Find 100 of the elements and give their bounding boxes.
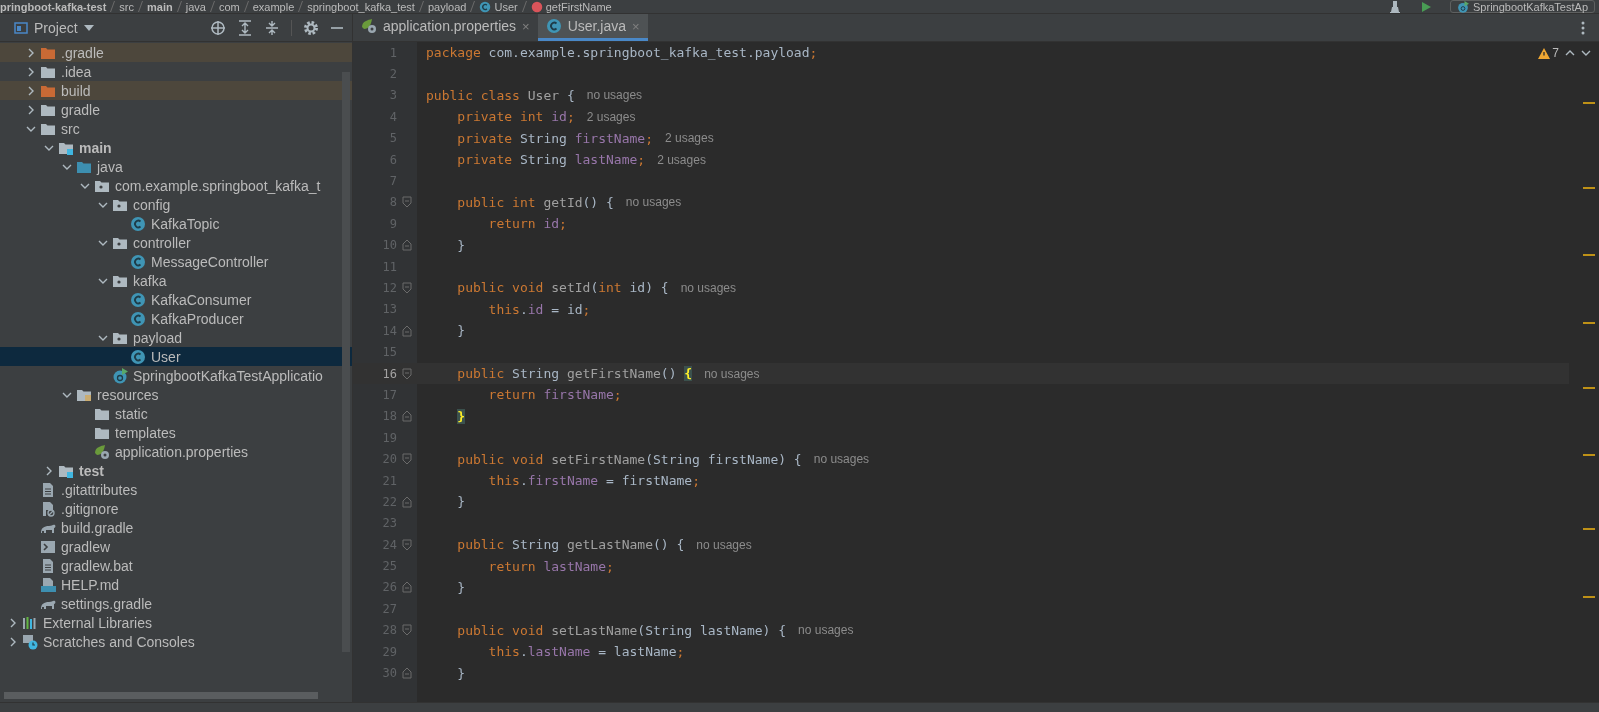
settings-icon[interactable] — [303, 19, 319, 36]
editor-tab[interactable]: User.java × — [537, 14, 648, 41]
tree-item[interactable]: gradlew.bat — [0, 556, 352, 575]
usage-hint[interactable]: 2 usages — [665, 131, 714, 146]
expand-all-icon[interactable] — [237, 19, 253, 36]
collapse-all-icon[interactable] — [264, 19, 280, 36]
chevron-right-icon[interactable] — [26, 104, 36, 115]
tree-item[interactable]: MessageController — [0, 252, 352, 271]
build-icon[interactable] — [1388, 0, 1403, 13]
tree-item[interactable]: gradle — [0, 100, 352, 119]
code-text: public class User { — [426, 87, 575, 103]
libraries-icon — [22, 614, 38, 631]
breadcrumb-item[interactable]: getFirstName — [545, 0, 612, 13]
chevron-right-icon[interactable] — [44, 465, 54, 476]
fold-marker-icon[interactable] — [402, 667, 412, 679]
tree-item[interactable]: build.gradle — [0, 518, 352, 537]
tree-item[interactable]: src — [0, 119, 352, 138]
chevron-right-icon[interactable] — [26, 47, 36, 58]
fold-marker-icon[interactable] — [402, 624, 412, 637]
breadcrumb-item[interactable]: payload — [427, 0, 467, 13]
fold-marker-icon[interactable] — [402, 453, 412, 466]
markdown-file-icon — [40, 576, 56, 593]
breadcrumb-item[interactable]: User — [494, 0, 518, 13]
usage-hint[interactable]: no usages — [680, 281, 737, 295]
run-config-selector[interactable]: SpringbootKafkaTestAp — [1450, 0, 1595, 13]
tree-item[interactable]: External Libraries — [0, 613, 352, 632]
tree-item[interactable]: Scratches and Consoles — [0, 632, 352, 651]
class-icon — [545, 18, 562, 34]
usage-hint[interactable]: no usages — [696, 537, 752, 552]
ignore-file-icon — [40, 500, 56, 517]
tree-item[interactable]: main — [0, 138, 352, 157]
fold-marker-icon[interactable] — [402, 282, 412, 294]
more-options-icon[interactable] — [1581, 20, 1585, 35]
usage-hint[interactable]: no usages — [704, 366, 760, 381]
tree-item[interactable]: HELP.md — [0, 575, 352, 594]
locate-target-icon[interactable] — [210, 19, 226, 36]
fold-marker-icon[interactable] — [402, 324, 412, 337]
tree-item[interactable]: test — [0, 461, 352, 480]
line-number: 16 — [381, 366, 397, 381]
breadcrumb-item[interactable]: java — [185, 0, 206, 13]
chevron-right-icon[interactable] — [8, 617, 18, 628]
code-text: private String lastName; — [456, 152, 646, 168]
breadcrumb-item[interactable]: example — [252, 0, 295, 13]
code-text: public void setFirstName(String firstName) { — [456, 451, 802, 467]
tree-item[interactable]: KafkaConsumer — [0, 290, 352, 309]
tree-item[interactable]: gradlew — [0, 537, 352, 556]
horizontal-scrollbar[interactable] — [4, 692, 318, 699]
tree-item[interactable]: .idea — [0, 62, 352, 81]
tree-item[interactable]: resources — [0, 385, 352, 404]
tree-item[interactable]: KafkaTopic — [0, 214, 352, 233]
usage-hint[interactable]: 2 usages — [657, 152, 706, 167]
tree-item[interactable]: com.example.springboot_kafka_t — [0, 176, 352, 195]
tree-item[interactable]: build — [0, 81, 352, 100]
chevron-right-icon[interactable] — [26, 85, 36, 96]
warnings-indicator[interactable]: 7 — [1538, 46, 1559, 60]
fold-marker-icon[interactable] — [402, 581, 412, 594]
fold-marker-icon[interactable] — [402, 196, 412, 209]
chevron-right-icon[interactable] — [26, 66, 36, 77]
code-text: this.id = id; — [487, 301, 591, 317]
tree-item[interactable]: KafkaProducer — [0, 309, 352, 328]
code-text: } — [456, 579, 466, 595]
editor-tab[interactable]: application.properties × — [353, 14, 538, 41]
fold-marker-icon[interactable] — [402, 367, 412, 380]
breadcrumb-item[interactable]: pringboot-kafka-test — [0, 0, 107, 13]
tree-item[interactable]: .gradle — [0, 43, 352, 62]
vertical-scrollbar[interactable] — [342, 72, 350, 652]
breadcrumb-item[interactable]: src — [119, 0, 134, 13]
code-text: private int id; — [456, 109, 575, 125]
breadcrumb-item[interactable]: com — [218, 0, 240, 13]
tree-item[interactable]: kafka — [0, 271, 352, 290]
breadcrumb-item[interactable]: main — [147, 0, 173, 13]
tree-item[interactable]: controller — [0, 233, 352, 252]
dropdown-caret-icon[interactable] — [83, 24, 94, 31]
tree-item[interactable]: SpringbootKafkaTestApplicatio — [0, 366, 352, 385]
panel-title[interactable]: Project — [34, 19, 78, 36]
usage-hint[interactable]: no usages — [813, 452, 870, 467]
usage-hint[interactable]: no usages — [625, 195, 682, 210]
project-window-icon — [14, 20, 28, 35]
tree-item[interactable]: .gitignore — [0, 499, 352, 518]
tree-item[interactable]: application.properties — [0, 442, 352, 461]
tree-item[interactable]: .gitattributes — [0, 480, 352, 499]
run-arrow-icon[interactable] — [1420, 0, 1433, 13]
fold-marker-icon[interactable] — [402, 495, 412, 508]
tree-item[interactable]: java — [0, 157, 352, 176]
breadcrumb-item[interactable]: springboot_kafka_test — [307, 0, 415, 13]
fold-marker-icon[interactable] — [402, 410, 412, 423]
usage-hint[interactable]: 2 usages — [586, 109, 636, 124]
code-text: return firstName; — [487, 387, 622, 403]
code-text: } — [456, 665, 466, 681]
tree-item[interactable]: config — [0, 195, 352, 214]
tree-item[interactable]: templates — [0, 423, 352, 442]
usage-hint[interactable]: no usages — [798, 623, 854, 638]
chevron-right-icon[interactable] — [8, 636, 18, 647]
usage-hint[interactable]: no usages — [586, 88, 643, 103]
fold-marker-icon[interactable] — [402, 239, 412, 252]
tree-item[interactable]: settings.gradle — [0, 594, 352, 613]
tree-item[interactable]: payload — [0, 328, 352, 347]
fold-marker-icon[interactable] — [402, 538, 412, 551]
tree-item[interactable]: User — [0, 347, 352, 366]
tree-item[interactable]: static — [0, 404, 352, 423]
